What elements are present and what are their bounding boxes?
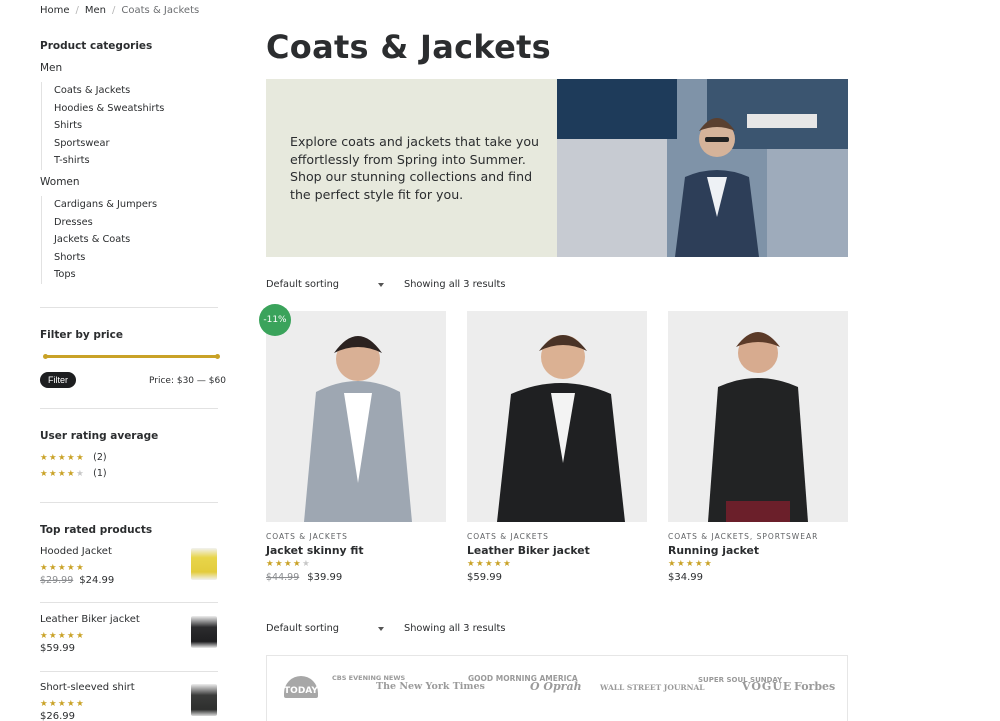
- product-image[interactable]: [668, 311, 848, 522]
- oprah-logo: O Oprah: [530, 680, 582, 693]
- rating-filter-4[interactable]: ★★★★★ (1): [40, 468, 107, 479]
- product-category[interactable]: Coats & Jackets: [266, 532, 348, 541]
- breadcrumb-home[interactable]: Home: [40, 5, 70, 16]
- filter-price-title: Filter by price: [40, 329, 124, 341]
- category-cardigans-jumpers[interactable]: Cardigans & Jumpers: [54, 196, 157, 214]
- top-rated-price: $59.99: [40, 643, 75, 654]
- women-subcategories: Cardigans & Jumpers Dresses Jackets & Co…: [41, 196, 157, 284]
- price-slider-track[interactable]: [44, 355, 218, 358]
- category-men[interactable]: Men: [40, 62, 62, 74]
- top-rated-price: $26.99: [40, 711, 75, 721]
- star-rating-icon: ★★★★★: [40, 563, 86, 573]
- category-shirts[interactable]: Shirts: [54, 117, 164, 135]
- rating-filter-5[interactable]: ★★★★★ (2): [40, 452, 107, 463]
- top-rated-title: Top rated products: [40, 524, 153, 536]
- category-coats-jackets[interactable]: Coats & Jackets: [54, 82, 164, 100]
- product-title[interactable]: Leather Biker jacket: [467, 544, 590, 557]
- price-range-label: Price: $30 — $60: [149, 376, 226, 386]
- product-thumbnail[interactable]: [191, 684, 217, 716]
- divider: [40, 671, 218, 672]
- hero-description: Explore coats and jackets that take you …: [290, 134, 540, 202]
- category-sportswear[interactable]: Sportswear: [54, 135, 164, 153]
- top-rated-product-name[interactable]: Short-sleeved shirt: [40, 682, 135, 693]
- category-shorts[interactable]: Shorts: [54, 249, 157, 267]
- price-slider-max-handle[interactable]: [215, 354, 220, 359]
- divider: [40, 602, 218, 603]
- product-title[interactable]: Running jacket: [668, 544, 759, 557]
- star-rating-icon: ★★★★★: [40, 631, 86, 641]
- product-thumbnail[interactable]: [191, 616, 217, 648]
- breadcrumb-separator: /: [112, 5, 116, 16]
- category-hoodies-sweatshirts[interactable]: Hoodies & Sweatshirts: [54, 100, 164, 118]
- page-title: Coats & Jackets: [266, 28, 552, 66]
- category-dresses[interactable]: Dresses: [54, 214, 157, 232]
- sale-badge: -11%: [259, 304, 291, 336]
- sorting-select[interactable]: Default sorting: [266, 279, 339, 290]
- sale-price: $24.99: [79, 575, 115, 586]
- sorting-select[interactable]: Default sorting: [266, 623, 339, 634]
- star-rating-icon: ★★★★★: [40, 699, 86, 709]
- breadcrumb: Home / Men / Coats & Jackets: [40, 5, 199, 16]
- top-rated-product-name[interactable]: Leather Biker jacket: [40, 614, 140, 625]
- product-image[interactable]: [467, 311, 647, 522]
- star-rating-icon: ★★★★★: [266, 559, 312, 569]
- vogue-logo: VOGUE: [742, 680, 793, 693]
- results-count: Showing all 3 results: [404, 279, 506, 290]
- product-category[interactable]: Coats & Jackets, Sportswear: [668, 532, 818, 541]
- category-tops[interactable]: Tops: [54, 266, 157, 284]
- super-soul-logo: SUPER SOUL SUNDAY: [698, 676, 782, 684]
- star-rating-icon: ★★★★★: [40, 468, 86, 479]
- star-rating-icon: ★★★★★: [40, 452, 86, 463]
- divider: [40, 307, 218, 308]
- hero-image: [557, 79, 848, 257]
- divider: [40, 408, 218, 409]
- product-thumbnail[interactable]: [191, 548, 217, 580]
- gma-logo: GOOD MORNING AMERICA: [468, 674, 578, 683]
- old-price: $29.99: [40, 575, 74, 586]
- category-women[interactable]: Women: [40, 176, 80, 188]
- product-image[interactable]: [266, 311, 446, 522]
- filter-button[interactable]: Filter: [40, 372, 76, 388]
- forbes-logo: Forbes: [794, 680, 836, 693]
- sale-price: $39.99: [307, 572, 343, 583]
- product-categories-title: Product categories: [40, 40, 153, 52]
- product-title[interactable]: Jacket skinny fit: [266, 544, 363, 557]
- star-rating-icon: ★★★★★: [668, 559, 714, 569]
- top-rated-price: $29.99 $24.99: [40, 575, 114, 586]
- product-category[interactable]: Coats & Jackets: [467, 532, 549, 541]
- old-price: $44.99: [266, 572, 300, 583]
- cbs-logo: CBS EVENING NEWS: [332, 674, 405, 682]
- star-rating-icon: ★★★★★: [467, 559, 513, 569]
- category-t-shirts[interactable]: T-shirts: [54, 152, 164, 170]
- breadcrumb-men[interactable]: Men: [85, 5, 106, 16]
- price-slider-min-handle[interactable]: [43, 354, 48, 359]
- rating-filter-title: User rating average: [40, 430, 159, 442]
- results-count: Showing all 3 results: [404, 623, 506, 634]
- rating-count: (1): [93, 468, 107, 479]
- chevron-down-icon: [378, 283, 384, 287]
- chevron-down-icon: [378, 627, 384, 631]
- breadcrumb-separator: /: [75, 5, 79, 16]
- top-rated-product-name[interactable]: Hooded Jacket: [40, 546, 112, 557]
- breadcrumb-current: Coats & Jackets: [121, 5, 200, 16]
- divider: [40, 502, 218, 503]
- rating-count: (2): [93, 452, 107, 463]
- product-price: $59.99: [467, 572, 502, 583]
- wsj-logo: WALL STREET JOURNAL: [600, 683, 705, 692]
- men-subcategories: Coats & Jackets Hoodies & Sweatshirts Sh…: [41, 82, 164, 170]
- product-price: $34.99: [668, 572, 703, 583]
- product-price: $44.99 $39.99: [266, 572, 342, 583]
- category-jackets-coats[interactable]: Jackets & Coats: [54, 231, 157, 249]
